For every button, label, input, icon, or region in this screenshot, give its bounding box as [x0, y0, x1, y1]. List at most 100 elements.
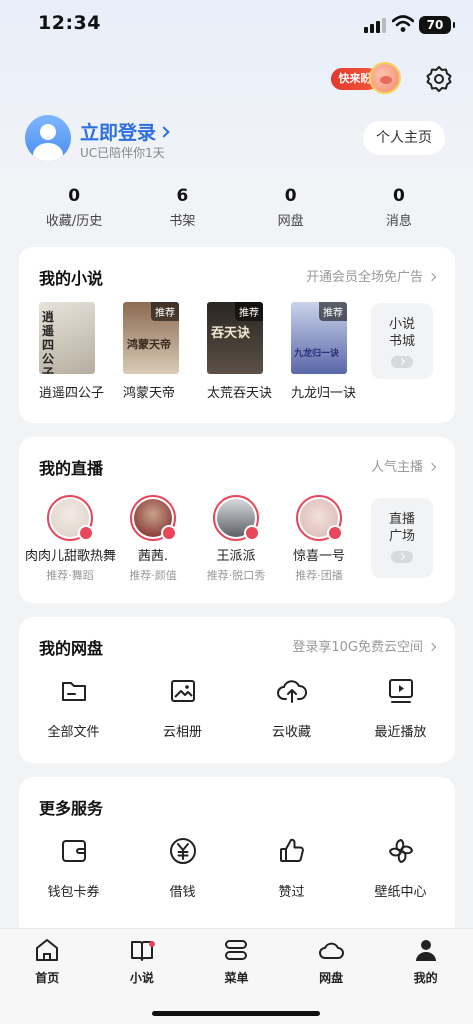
home-indicator[interactable]	[152, 1011, 320, 1016]
grid-label: 云相册	[162, 725, 202, 740]
stat-num: 0	[284, 186, 297, 206]
notification-dot	[148, 941, 155, 947]
status-bar: 12:34 70	[0, 0, 473, 52]
tab-label: 网盘	[319, 971, 344, 985]
grid-label: 钱包卡券	[47, 885, 100, 900]
stat-messages[interactable]: 0 消息	[345, 186, 453, 231]
settings-icon[interactable]	[425, 65, 453, 93]
netdisk-recent-play[interactable]: 最近播放	[346, 675, 455, 740]
promo-badge[interactable]: 快来盼	[331, 60, 401, 96]
tab-mine[interactable]: 我的	[378, 937, 473, 991]
wallet-icon	[61, 840, 86, 862]
host-category: 推荐·团播	[295, 569, 343, 582]
host-category: 推荐·舞蹈	[46, 569, 94, 582]
service-liked[interactable]: 赞过	[237, 835, 346, 900]
chevron-right-icon	[427, 462, 437, 472]
host-name: 茜茜.	[137, 549, 169, 564]
tab-novel[interactable]: 小说	[95, 937, 190, 991]
status-time: 12:34	[38, 12, 101, 34]
folder-icon	[61, 682, 86, 701]
person-icon	[415, 940, 436, 961]
stat-netdisk[interactable]: 0 网盘	[237, 186, 345, 231]
login-link[interactable]: 立即登录	[80, 118, 170, 145]
pinwheel-icon	[388, 839, 413, 863]
wifi-icon	[392, 15, 414, 32]
live-item[interactable]: 王派派 推荐·脱口秀	[191, 495, 281, 583]
thumb-up-icon	[279, 838, 304, 862]
stat-label: 消息	[385, 214, 412, 229]
novel-name: 太荒吞天诀	[207, 386, 273, 401]
novels-card: 我的小说 开通会员全场免广告 逍遥四公子 逍遥四公子 推荐 鸿蒙天帝 鸿蒙天帝 …	[19, 247, 455, 423]
book-cover: 推荐 鸿蒙天帝	[123, 302, 179, 374]
login-label: 立即登录	[80, 122, 157, 144]
tab-menu[interactable]: 菜单	[189, 937, 284, 991]
card-title: 我的直播	[39, 459, 104, 478]
cover-title: 逍遥四公子	[42, 310, 55, 374]
service-wallpaper[interactable]: 壁纸中心	[346, 835, 455, 900]
menu-icon	[225, 940, 248, 960]
novel-store-button[interactable]: 小说 书城	[371, 303, 433, 379]
grid-label: 赞过	[278, 885, 305, 900]
photo-icon	[170, 680, 195, 702]
host-name: 肉肉儿甜歌热舞	[25, 549, 117, 564]
recommend-tag: 推荐	[319, 302, 347, 321]
chevron-right-icon	[427, 642, 437, 652]
host-avatar	[296, 495, 343, 541]
book-cover: 推荐 九龙归一诀	[291, 302, 347, 374]
live-plaza-button[interactable]: 直播 广场	[371, 498, 433, 578]
netdisk-card: 我的网盘 登录享10G免费云空间 全部文件 云相册 云收藏 最近播放	[19, 617, 455, 763]
bottom-tab-bar: 首页 小说 菜单 网盘 我的	[0, 928, 473, 1024]
side-label: 小说 书城	[388, 317, 415, 349]
netdisk-favorites[interactable]: 云收藏	[237, 675, 346, 740]
host-avatar	[130, 495, 177, 541]
avatar[interactable]	[25, 115, 71, 161]
stat-favorites[interactable]: 0 收藏/历史	[20, 186, 128, 231]
live-badge-icon	[161, 525, 177, 541]
netdisk-grid: 全部文件 云相册 云收藏 最近播放	[19, 675, 455, 740]
tab-home[interactable]: 首页	[0, 937, 95, 991]
live-item[interactable]: 茜茜. 推荐·颜值	[108, 495, 198, 583]
tab-netdisk[interactable]: 网盘	[284, 937, 379, 991]
grid-label: 最近播放	[374, 725, 427, 740]
stats-row: 0 收藏/历史 6 书架 0 网盘 0 消息	[20, 186, 453, 231]
grid-label: 全部文件	[47, 725, 100, 740]
live-item[interactable]: 惊喜一号 推荐·团播	[274, 495, 364, 583]
stat-bookshelf[interactable]: 6 书架	[128, 186, 236, 231]
service-wallet[interactable]: 钱包卡券	[19, 835, 128, 900]
chevron-right-icon	[427, 272, 437, 282]
tab-label: 小说	[129, 971, 154, 985]
netdisk-album[interactable]: 云相册	[128, 675, 237, 740]
stat-label: 收藏/历史	[45, 214, 103, 229]
card-title: 更多服务	[39, 799, 104, 818]
service-loan[interactable]: 借钱	[128, 835, 237, 900]
novel-item[interactable]: 推荐 九龙归一诀 九龙归一诀	[291, 302, 361, 401]
host-name: 惊喜一号	[292, 549, 345, 564]
popular-hosts-link[interactable]: 人气主播	[370, 456, 437, 475]
novel-item[interactable]: 逍遥四公子 逍遥四公子	[39, 302, 109, 401]
link-label: 登录享10G免费云空间	[292, 640, 423, 655]
stat-label: 网盘	[277, 214, 304, 229]
link-label: 人气主播	[370, 460, 423, 475]
host-avatar	[213, 495, 260, 541]
grid-label: 云收藏	[271, 725, 311, 740]
stat-label: 书架	[169, 214, 196, 229]
services-card: 更多服务 钱包卡券 借钱 赞过 壁纸中心	[19, 777, 455, 937]
vip-link[interactable]: 开通会员全场免广告	[306, 266, 437, 285]
netdisk-all-files[interactable]: 全部文件	[19, 675, 128, 740]
card-title: 我的网盘	[39, 639, 104, 658]
tab-label: 我的	[413, 971, 438, 985]
netdisk-promo-link[interactable]: 登录享10G免费云空间	[292, 636, 437, 655]
book-cover: 推荐 吞天诀	[207, 302, 263, 374]
grid-label: 壁纸中心	[374, 885, 427, 900]
stat-num: 6	[176, 186, 189, 206]
play-screen-icon	[388, 679, 413, 703]
services-grid: 钱包卡券 借钱 赞过 壁纸中心	[19, 835, 455, 900]
novel-item[interactable]: 推荐 吞天诀 太荒吞天诀	[207, 302, 277, 401]
novel-item[interactable]: 推荐 鸿蒙天帝 鸿蒙天帝	[123, 302, 193, 401]
cloud-upload-icon	[276, 680, 307, 703]
novel-name: 逍遥四公子	[39, 386, 105, 401]
live-item[interactable]: 肉肉儿甜歌热舞 推荐·舞蹈	[25, 495, 117, 583]
host-category: 推荐·颜值	[129, 569, 177, 582]
homepage-button[interactable]: 个人主页	[363, 121, 445, 155]
live-badge-icon	[327, 525, 343, 541]
